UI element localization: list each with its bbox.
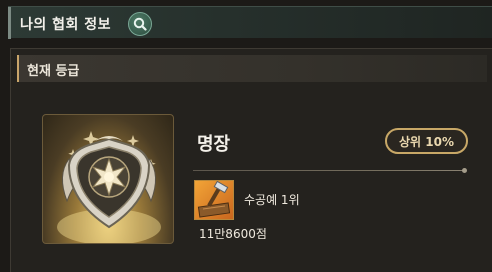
divider [193,170,465,171]
section-header: 현재 등급 [17,55,487,82]
section-header-accent [17,55,19,82]
title-accent-bar [8,7,11,39]
grade-name: 명장 [197,134,231,155]
star-shield-emblem-icon [57,131,161,243]
hammer-wood-craft-icon [197,181,231,218]
craft-category-icon [194,180,234,220]
divider-end-dot [462,168,467,173]
rank-badge: 상위 10% [385,128,468,154]
section-title: 현재 등급 [27,64,80,79]
window-title-bar: 나의 협회 정보 [8,6,492,39]
search-icon [133,17,147,31]
craft-rank-label: 수공예 1위 [244,193,300,207]
craft-score: 11만8600점 [199,227,267,241]
search-button[interactable] [128,12,152,36]
window-title: 나의 협회 정보 [20,17,112,33]
grade-emblem [42,114,174,244]
